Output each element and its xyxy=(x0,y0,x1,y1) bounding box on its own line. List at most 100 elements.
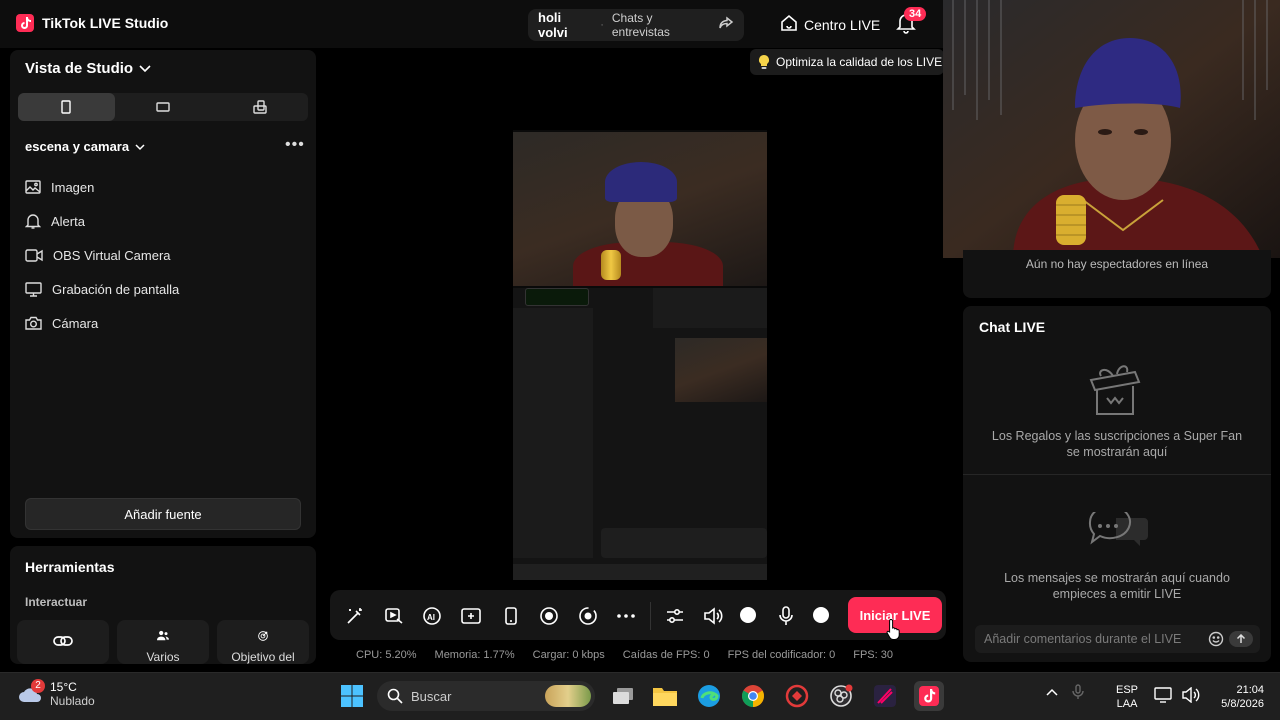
portrait-icon xyxy=(61,100,72,114)
microphone-volume-knob[interactable] xyxy=(813,607,829,623)
sources-list: Imagen Alerta OBS Virtual Camera Grabaci… xyxy=(25,170,295,340)
file-explorer-icon[interactable] xyxy=(652,683,678,709)
video-play-icon[interactable] xyxy=(383,605,405,627)
preview-overlay-tag xyxy=(525,288,589,306)
landscape-icon xyxy=(156,102,170,112)
weather-alert-badge: 2 xyxy=(31,679,45,693)
ai-icon[interactable]: AI xyxy=(421,605,443,627)
task-view-icon[interactable] xyxy=(610,683,636,709)
microphone-tray-icon[interactable] xyxy=(1072,684,1084,700)
search-icon xyxy=(387,688,403,704)
search-label: Buscar xyxy=(411,688,452,704)
chevron-up-icon[interactable] xyxy=(1046,688,1058,696)
scene-dropdown[interactable]: escena y camara xyxy=(25,139,145,154)
lightbulb-icon xyxy=(759,55,769,69)
speaker-icon[interactable] xyxy=(702,605,724,627)
microphone-icon[interactable] xyxy=(775,605,797,627)
share-icon[interactable] xyxy=(718,15,734,36)
source-label: Alerta xyxy=(51,213,85,229)
more-options-icon[interactable]: ••• xyxy=(285,136,305,154)
taskbar-clock[interactable]: 21:04 5/8/2026 xyxy=(1210,683,1264,711)
tiktok-logo-icon xyxy=(16,14,34,32)
source-item-alert[interactable]: Alerta xyxy=(25,204,295,238)
clock-time: 21:04 xyxy=(1236,684,1264,696)
chat-divider xyxy=(963,474,1271,475)
dual-orientation-button[interactable] xyxy=(211,93,308,121)
centro-live-button[interactable]: Centro LIVE xyxy=(780,14,880,35)
source-item-image[interactable]: Imagen xyxy=(25,170,295,204)
chat-bubbles-icon xyxy=(1086,505,1150,561)
replay-icon[interactable] xyxy=(577,605,599,627)
separator-dot: · xyxy=(600,19,604,31)
stream-preview[interactable] xyxy=(513,130,767,580)
source-item-camera[interactable]: Cámara xyxy=(25,306,295,340)
landscape-orientation-button[interactable] xyxy=(115,93,212,121)
source-label: Imagen xyxy=(51,179,95,195)
weather-description: Nublado xyxy=(50,694,95,708)
toolbar-divider xyxy=(650,602,651,630)
source-label: OBS Virtual Camera xyxy=(53,247,171,263)
memory-stat: Memoria: 1.77% xyxy=(434,649,515,661)
preview-microphone xyxy=(601,250,621,280)
source-item-obs-virtual-camera[interactable]: OBS Virtual Camera xyxy=(25,238,295,272)
fps-stat: FPS: 30 xyxy=(853,649,893,661)
users-icon xyxy=(157,630,169,641)
preview-nested-camera xyxy=(675,338,767,402)
obs-studio-icon[interactable] xyxy=(828,683,854,709)
network-icon[interactable] xyxy=(1154,687,1172,703)
red-app-icon[interactable] xyxy=(784,683,810,709)
speaker-volume-knob[interactable] xyxy=(740,607,756,623)
add-source-button[interactable]: Añadir fuente xyxy=(25,498,301,530)
quality-tip-banner[interactable]: Optimiza la calidad de los LIVE xyxy=(750,49,944,75)
portrait-orientation-button[interactable] xyxy=(18,93,115,121)
record-icon[interactable] xyxy=(538,605,560,627)
tool-label: Varios xyxy=(146,650,180,664)
more-icon[interactable] xyxy=(615,605,637,627)
hand-cursor-icon xyxy=(886,618,902,645)
editor-app-icon[interactable] xyxy=(872,683,898,709)
home-icon xyxy=(780,14,798,35)
interact-section-label: Interactuar xyxy=(25,595,88,609)
tiktok-live-studio-taskbar-icon[interactable] xyxy=(914,681,944,711)
notification-count-badge: 34 xyxy=(904,7,927,21)
tool-tile-link[interactable] xyxy=(17,620,109,664)
edge-browser-icon[interactable] xyxy=(696,683,722,709)
preview-nested-sidebar xyxy=(513,308,593,558)
messages-empty-text: Los mensajes se mostrarán aquí cuando em… xyxy=(1004,571,1230,601)
windows-start-icon[interactable] xyxy=(340,684,364,713)
taskbar-search[interactable]: Buscar xyxy=(377,681,595,711)
chrome-browser-icon[interactable] xyxy=(740,683,766,709)
dual-view-icon xyxy=(252,100,267,114)
orientation-switcher xyxy=(18,93,308,121)
source-item-screen-recording[interactable]: Grabación de pantalla xyxy=(25,272,295,306)
search-highlight-icon xyxy=(545,685,591,707)
studio-view-dropdown[interactable]: Vista de Studio xyxy=(25,60,151,77)
source-label: Cámara xyxy=(52,315,99,331)
camera-icon xyxy=(25,316,42,330)
link-icon xyxy=(53,636,73,646)
magic-wand-icon[interactable] xyxy=(344,605,366,627)
source-label: Grabación de pantalla xyxy=(52,281,180,297)
centro-live-label: Centro LIVE xyxy=(804,16,881,33)
preview-nested-toolbar xyxy=(601,528,767,558)
input-language[interactable]: ESP LAA xyxy=(1116,683,1138,711)
stream-title-pill[interactable]: holi volvi · Chats y entrevistas xyxy=(528,9,744,41)
tool-label: Objetivo del xyxy=(231,650,295,664)
settings-sliders-icon[interactable] xyxy=(664,605,686,627)
add-screen-icon[interactable] xyxy=(460,605,482,627)
tool-tile-guests[interactable]: Varios xyxy=(117,620,209,664)
volume-icon[interactable] xyxy=(1182,687,1200,703)
image-icon xyxy=(25,180,41,194)
emoji-icon[interactable] xyxy=(1208,631,1224,652)
clock-date: 5/8/2026 xyxy=(1221,698,1264,710)
app-title-text: TikTok LIVE Studio xyxy=(42,15,169,31)
weather-widget[interactable]: 15°C Nublado xyxy=(18,680,95,708)
svg-text:AI: AI xyxy=(427,613,435,622)
phone-icon[interactable] xyxy=(500,605,522,627)
tools-title: Herramientas xyxy=(25,559,115,575)
tool-tile-goal[interactable]: Objetivo del xyxy=(217,620,309,664)
send-comment-button[interactable] xyxy=(1229,631,1253,647)
windows-taskbar xyxy=(0,672,1280,720)
quality-tip-text: Optimiza la calidad de los LIVE xyxy=(776,55,943,69)
video-camera-icon xyxy=(25,248,43,262)
